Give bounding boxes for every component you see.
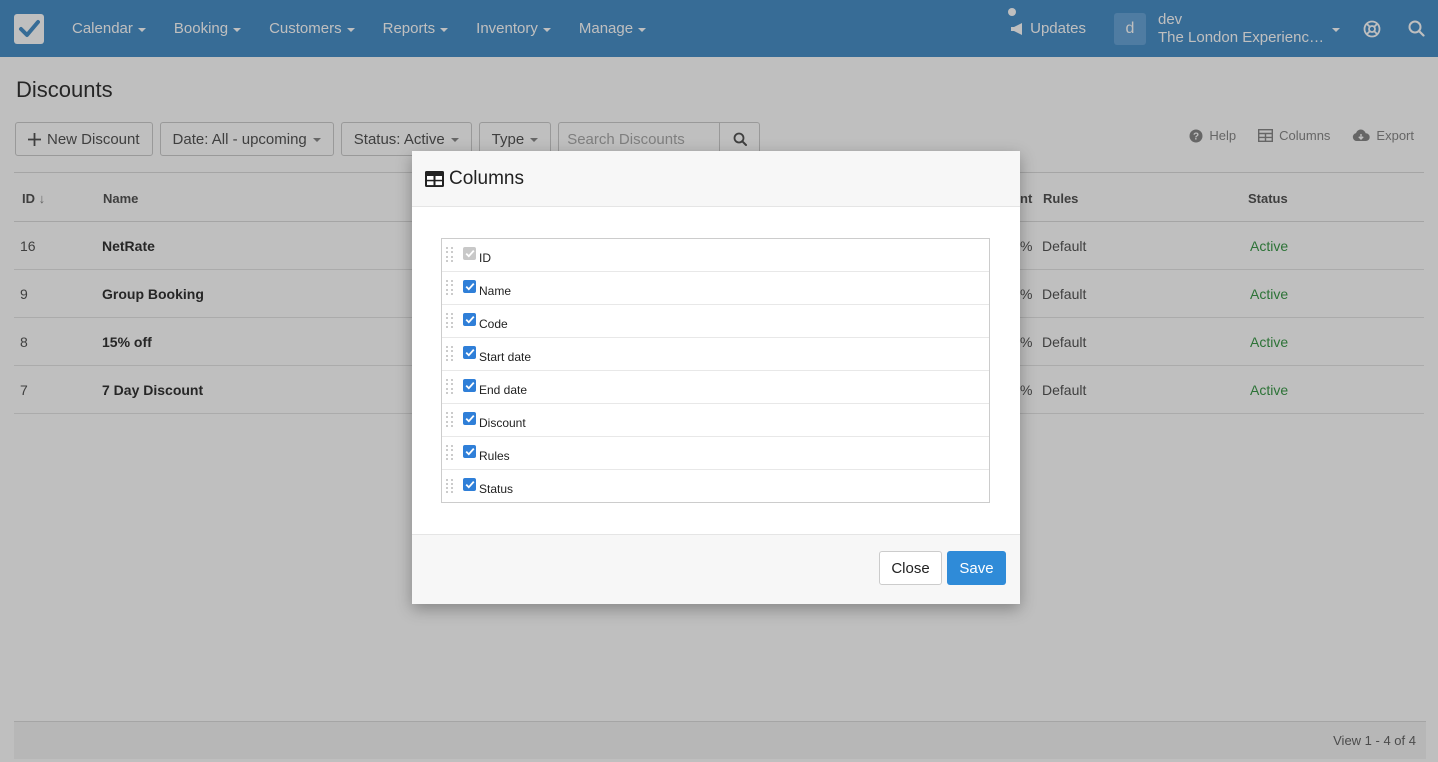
columns-list: ID Name Code Start date End date Discoun… — [441, 238, 990, 503]
column-item-end-date[interactable]: End date — [442, 371, 989, 404]
checkbox-status[interactable] — [463, 478, 476, 491]
drag-handle-icon[interactable] — [446, 412, 454, 428]
drag-handle-icon[interactable] — [446, 247, 454, 263]
columns-modal: Columns ID Name Code Start date End date… — [412, 151, 1020, 604]
drag-handle-icon[interactable] — [446, 313, 454, 329]
column-label: ID — [479, 250, 491, 265]
column-label: Status — [479, 482, 514, 496]
column-item-start-date[interactable]: Start date — [442, 338, 989, 371]
modal-footer: Close Save — [412, 534, 1020, 604]
drag-handle-icon[interactable] — [446, 379, 454, 395]
modal-header: Columns — [412, 151, 1020, 207]
drag-handle-icon[interactable] — [446, 478, 454, 495]
close-button[interactable]: Close — [879, 551, 942, 585]
column-item-status[interactable]: Status — [442, 470, 989, 503]
column-item-name[interactable]: Name — [442, 272, 989, 305]
modal-body: ID Name Code Start date End date Discoun… — [412, 207, 1020, 534]
modal-title: Columns — [449, 167, 524, 189]
checkbox-code[interactable] — [463, 312, 476, 326]
drag-handle-icon[interactable] — [446, 280, 454, 296]
save-button[interactable]: Save — [947, 551, 1006, 585]
table-icon — [425, 170, 444, 187]
checkbox-discount[interactable] — [463, 411, 476, 425]
column-item-code[interactable]: Code — [442, 305, 989, 338]
column-label: Code — [479, 316, 508, 331]
checkbox-end-date[interactable] — [463, 378, 476, 392]
column-item-rules[interactable]: Rules — [442, 437, 989, 470]
checkbox-id — [463, 246, 476, 260]
column-label: Discount — [479, 415, 526, 430]
drag-handle-icon[interactable] — [446, 445, 454, 461]
checkbox-start-date[interactable] — [463, 345, 476, 359]
column-label: Rules — [479, 448, 510, 463]
checkbox-name[interactable] — [463, 279, 476, 293]
checkbox-rules[interactable] — [463, 444, 476, 458]
column-label: Start date — [479, 349, 532, 364]
column-item-discount[interactable]: Discount — [442, 404, 989, 437]
column-label: End date — [479, 382, 528, 397]
column-item-id[interactable]: ID — [442, 239, 989, 272]
drag-handle-icon[interactable] — [446, 346, 454, 362]
column-label: Name — [479, 283, 512, 298]
